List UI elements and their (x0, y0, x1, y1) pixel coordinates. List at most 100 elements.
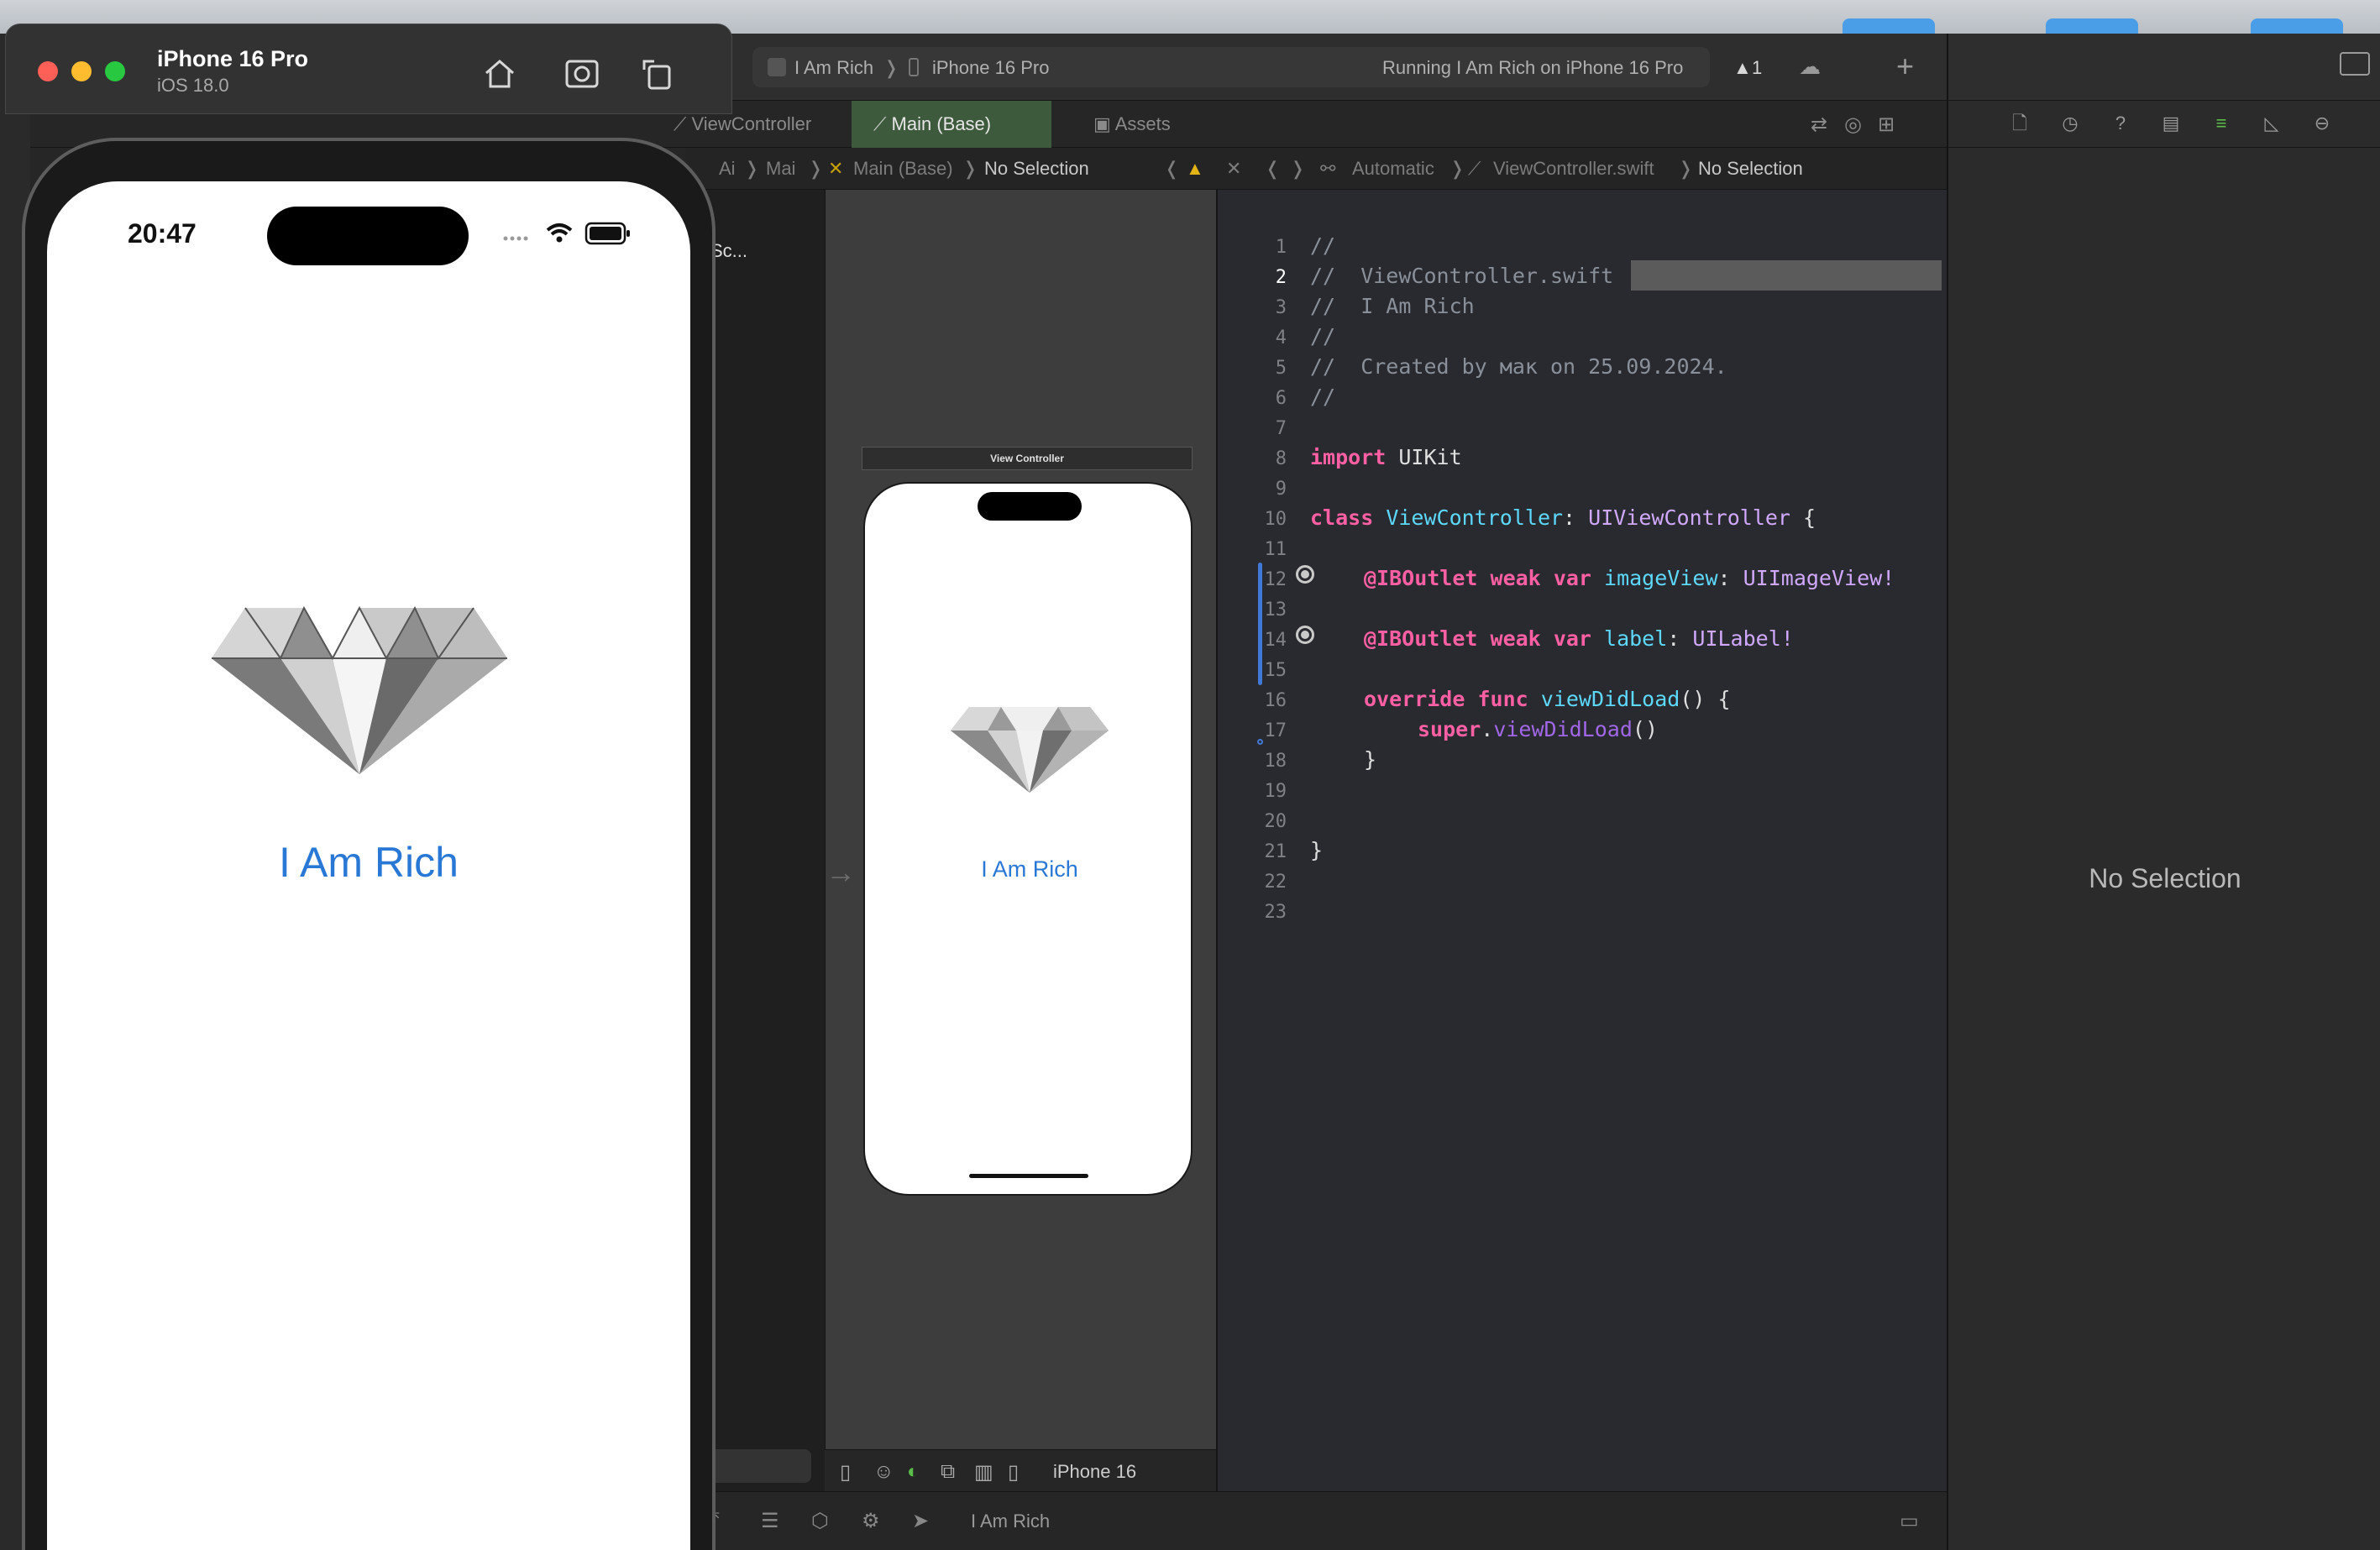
tab-main-base[interactable]: ⟋ Main (Base) (852, 101, 1051, 148)
line-number[interactable]: 19 (1218, 781, 1287, 802)
jump-item[interactable]: Automatic (1352, 158, 1434, 180)
attributes-inspector-icon[interactable]: ≡ (2210, 113, 2232, 134)
refresh-icon[interactable]: ⇄ (1811, 113, 1827, 137)
tab-assets[interactable]: ▣ Assets (1072, 101, 1193, 148)
attribute: @IBOutlet (1364, 566, 1478, 590)
close-window-button[interactable] (38, 61, 58, 81)
rotate-icon[interactable] (639, 55, 676, 92)
line-number[interactable]: 2 (1218, 267, 1287, 288)
simulator-title-bar[interactable]: iPhone 16 Pro iOS 18.0 (5, 24, 732, 114)
line-number[interactable]: 17 (1218, 720, 1287, 741)
accessibility-icon[interactable]: ☺ (873, 1460, 894, 1484)
keyword: weak (1490, 566, 1541, 590)
connections-inspector-icon[interactable]: ⊖ (2311, 113, 2333, 134)
toggle-debug-area-icon[interactable]: ▭ (1900, 1509, 1919, 1533)
line-number[interactable]: 12 (1218, 569, 1287, 590)
environment-icon[interactable]: ⚙ (862, 1509, 880, 1533)
device-selector[interactable]: iPhone 16 (1053, 1461, 1136, 1483)
storyboard-device-frame[interactable]: I Am Rich (863, 482, 1193, 1196)
warning-icon[interactable]: ▲ (1733, 57, 1752, 79)
keyword: var (1553, 566, 1591, 590)
line-number[interactable]: 18 (1218, 751, 1287, 772)
swift-file-icon: ⟋ (1468, 158, 1481, 179)
diamond-image[interactable] (951, 699, 1109, 793)
jump-item[interactable]: Mai (766, 158, 795, 180)
chevron-left-icon[interactable]: ❬ (1164, 158, 1179, 180)
memory-graph-icon[interactable]: ⬡ (811, 1509, 829, 1533)
jump-item[interactable]: No Selection (984, 158, 1089, 180)
location-icon[interactable]: ➤ (912, 1509, 929, 1533)
punctuation: () (1632, 717, 1659, 741)
appearance-icon[interactable]: ◐ (907, 1460, 920, 1484)
warning-icon[interactable]: ▲ (1186, 158, 1204, 180)
add-editor-icon[interactable]: ⊞ (1878, 113, 1895, 137)
device-icon[interactable]: ▯ (1008, 1460, 1019, 1485)
chevron-left-icon[interactable]: ❬ (1265, 158, 1280, 180)
toggle-outline-icon[interactable]: ▯ (840, 1460, 851, 1485)
line-number[interactable]: 8 (1218, 448, 1287, 469)
desktop-folder-icon[interactable] (2046, 18, 2138, 34)
line-number[interactable]: 14 (1218, 630, 1287, 651)
minimize-window-button[interactable] (71, 61, 92, 81)
activity-view[interactable]: I Am Rich ❭ iPhone 16 Pro Running I Am R… (752, 47, 1821, 87)
line-number[interactable]: 7 (1218, 418, 1287, 439)
close-icon[interactable]: ✕ (1226, 158, 1241, 180)
line-number[interactable]: 11 (1218, 539, 1287, 560)
run-destination[interactable]: iPhone 16 Pro (932, 57, 1049, 79)
screenshot-icon[interactable] (564, 55, 600, 92)
variable-name: label (1604, 626, 1668, 651)
jump-item[interactable]: ViewController.swift (1493, 158, 1654, 180)
device-screen[interactable]: 20:47 I Am Rich (47, 181, 690, 1550)
canvas-bottom-bar: ▯ ☺ ◐ ⧉ ▥ ▯ iPhone 16 (825, 1449, 1216, 1491)
jump-item[interactable]: Main (Base) (853, 158, 953, 180)
file-inspector-icon[interactable]: 🗋 (2009, 113, 2031, 134)
line-number[interactable]: 13 (1218, 600, 1287, 621)
brace: { (1790, 505, 1816, 530)
size-inspector-icon[interactable]: ◺ (2261, 113, 2283, 134)
home-icon[interactable] (481, 55, 518, 92)
line-number[interactable]: 21 (1218, 841, 1287, 862)
process-name[interactable]: I Am Rich (971, 1511, 1050, 1532)
view-hierarchy-icon[interactable]: ☰ (761, 1509, 779, 1533)
storyboard-label[interactable]: I Am Rich (865, 856, 1191, 882)
ib-jump-bar: Ai ❭ Mai ❭ ✕ Main (Base) ❭ No Selection … (685, 148, 1248, 190)
line-number[interactable]: 5 (1218, 358, 1287, 379)
chevron-right-icon[interactable]: ❭ (1290, 158, 1305, 180)
related-items-icon[interactable]: ⚯ (1320, 158, 1335, 180)
chevron-right-icon: ❭ (808, 158, 824, 179)
identity-inspector-icon[interactable]: ▤ (2160, 113, 2182, 134)
line-number[interactable]: 20 (1218, 811, 1287, 832)
outlet-connection-icon[interactable] (1296, 565, 1314, 584)
scene-title-bar[interactable]: View Controller (862, 447, 1193, 470)
desktop-folder-icon[interactable] (2251, 18, 2343, 34)
line-number[interactable]: 4 (1218, 327, 1287, 348)
toggle-inspector-icon[interactable] (2340, 52, 2370, 76)
storyboard-icon: ✕ (828, 158, 844, 179)
line-number[interactable]: 6 (1218, 388, 1287, 409)
chevron-right-icon: ❭ (744, 158, 760, 179)
line-number[interactable]: 23 (1218, 902, 1287, 923)
activity-status: Running I Am Rich on iPhone 16 Pro (1382, 57, 1684, 78)
zoom-window-button[interactable] (105, 61, 125, 81)
line-number[interactable]: 16 (1218, 690, 1287, 711)
desktop-folder-icon[interactable] (1843, 18, 1935, 34)
adjust-editor-icon[interactable]: ◎ (1844, 113, 1862, 137)
history-inspector-icon[interactable]: ◷ (2059, 113, 2081, 134)
code-line: } (1364, 747, 1377, 772)
warning-count[interactable]: 1 (1752, 57, 1762, 79)
code-line: @IBOutlet weak var imageView: UIImageVie… (1364, 566, 1895, 590)
layout-icon[interactable]: ▥ (974, 1460, 993, 1485)
add-tab-icon[interactable]: + (1896, 49, 1914, 84)
line-number[interactable]: 15 (1218, 660, 1287, 681)
line-number[interactable]: 22 (1218, 872, 1287, 893)
line-number[interactable]: 10 (1218, 509, 1287, 530)
outlet-connection-icon[interactable] (1296, 626, 1314, 644)
line-number[interactable]: 3 (1218, 297, 1287, 318)
line-number[interactable]: 1 (1218, 237, 1287, 258)
jump-item[interactable]: No Selection (1698, 158, 1803, 180)
source-editor[interactable]: 1 2 3 4 5 6 7 8 9 10 11 12 13 14 15 16 17 18 19 20 21 22 23 //… (1216, 190, 1947, 1533)
orientation-icon[interactable]: ⧉ (941, 1460, 955, 1484)
help-inspector-icon[interactable]: ? (2110, 113, 2131, 134)
scheme-name[interactable]: I Am Rich (794, 57, 873, 79)
line-number[interactable]: 9 (1218, 479, 1287, 500)
